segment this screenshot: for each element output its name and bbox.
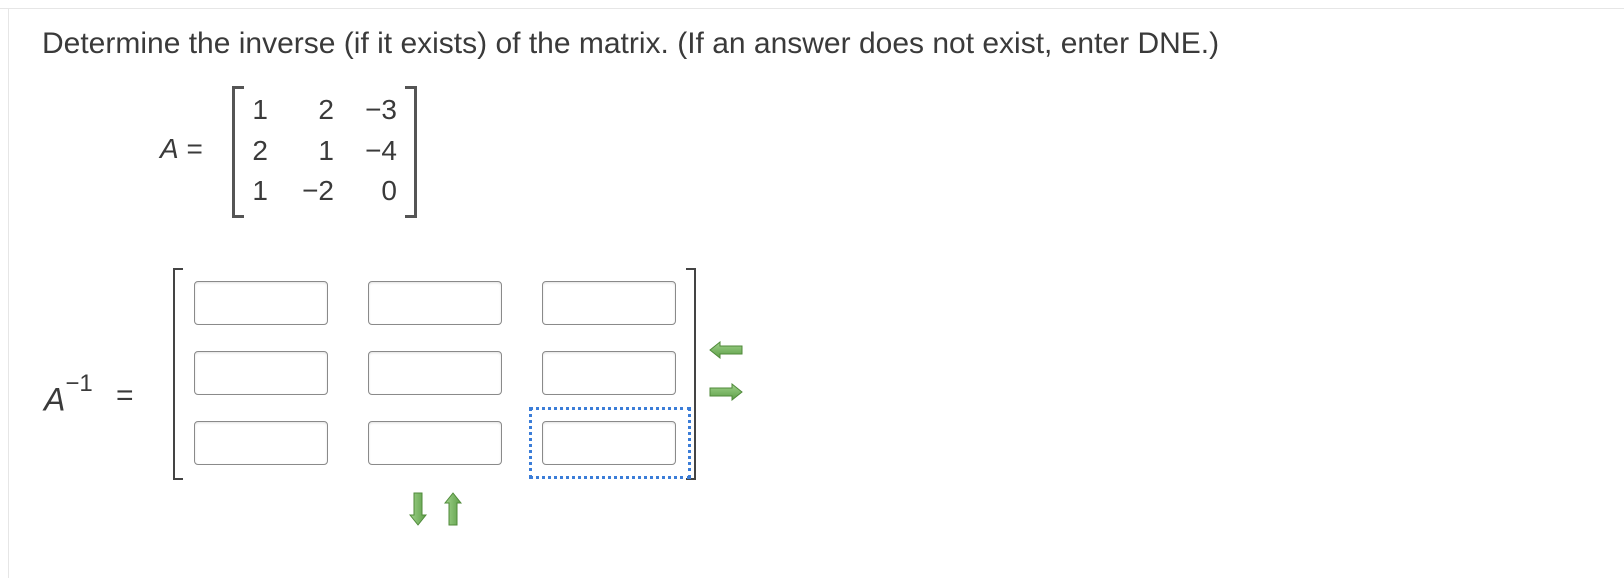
matrix-a-cell: −2 — [302, 175, 334, 206]
arrow-left-icon — [709, 340, 743, 360]
question-text: Determine the inverse (if it exists) of … — [42, 27, 1220, 60]
matrix-a-cell: 1 — [252, 94, 268, 125]
inverse-cell-input[interactable] — [542, 281, 676, 325]
top-divider — [0, 0, 1624, 9]
matrix-a-cell: 2 — [252, 135, 268, 166]
remove-column-button[interactable] — [709, 340, 743, 364]
inverse-cell-input[interactable] — [194, 421, 328, 465]
focus-indicator — [529, 407, 691, 479]
matrix-a-cell: 0 — [381, 175, 397, 206]
inverse-cell-input[interactable] — [194, 281, 328, 325]
matrix-a-equals: = — [186, 133, 203, 164]
inverse-label: A−1 — [44, 370, 93, 420]
inverse-cell-input[interactable] — [194, 351, 328, 395]
matrix-a-cell: 2 — [318, 94, 334, 125]
inverse-cell-input[interactable] — [368, 351, 502, 395]
matrix-a-symbol: A — [160, 133, 179, 164]
inverse-cell-input[interactable] — [542, 351, 676, 395]
problem-page: Determine the inverse (if it exists) of … — [0, 0, 1624, 578]
inverse-equals: = — [116, 379, 134, 412]
arrow-up-icon — [443, 492, 463, 526]
add-row-button[interactable] — [408, 492, 428, 531]
matrix-a-cell: 1 — [318, 135, 334, 166]
matrix-a-label: A = — [160, 131, 203, 167]
arrow-down-icon — [408, 492, 428, 526]
inverse-cell-input[interactable] — [368, 281, 502, 325]
left-divider — [8, 8, 9, 578]
add-column-button[interactable] — [709, 382, 743, 406]
inverse-left-bracket — [173, 268, 183, 480]
inverse-cell-input[interactable] — [368, 421, 502, 465]
matrix-a-right-bracket — [405, 86, 417, 218]
arrow-right-icon — [709, 382, 743, 402]
remove-row-button[interactable] — [443, 492, 463, 531]
inverse-symbol: A — [44, 381, 66, 418]
matrix-a-cell: −3 — [365, 94, 397, 125]
inverse-exponent: −1 — [65, 370, 93, 397]
matrix-a-cell: −4 — [365, 135, 397, 166]
matrix-a-cell: 1 — [252, 175, 268, 206]
